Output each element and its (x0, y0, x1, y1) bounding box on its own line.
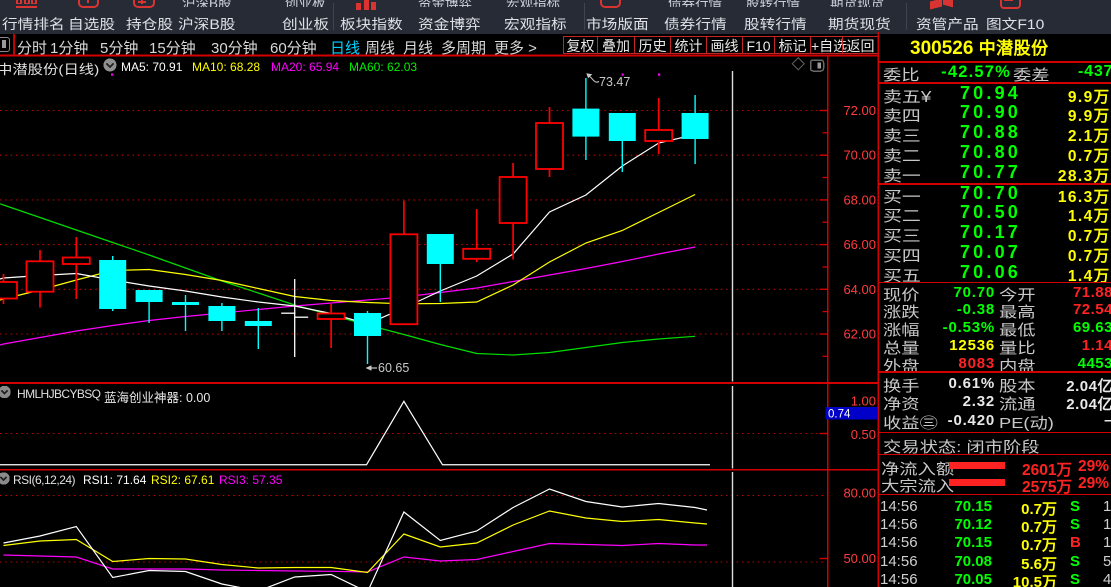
svg-text:66.00: 66.00 (843, 237, 876, 252)
svg-text:68.00: 68.00 (843, 192, 876, 207)
svg-text:70.00: 70.00 (843, 148, 876, 163)
svg-text:1.00: 1.00 (851, 394, 876, 409)
svg-text:0.50: 0.50 (851, 427, 876, 442)
svg-text:72.00: 72.00 (843, 103, 876, 118)
svg-text:60.65: 60.65 (378, 361, 409, 375)
svg-text:0.74: 0.74 (828, 409, 851, 421)
svg-text:64.00: 64.00 (843, 282, 876, 297)
svg-text:62.00: 62.00 (843, 327, 876, 342)
svg-text:80.00: 80.00 (843, 486, 876, 501)
svg-text:50.00: 50.00 (843, 551, 876, 566)
svg-text:73.47: 73.47 (599, 75, 630, 89)
